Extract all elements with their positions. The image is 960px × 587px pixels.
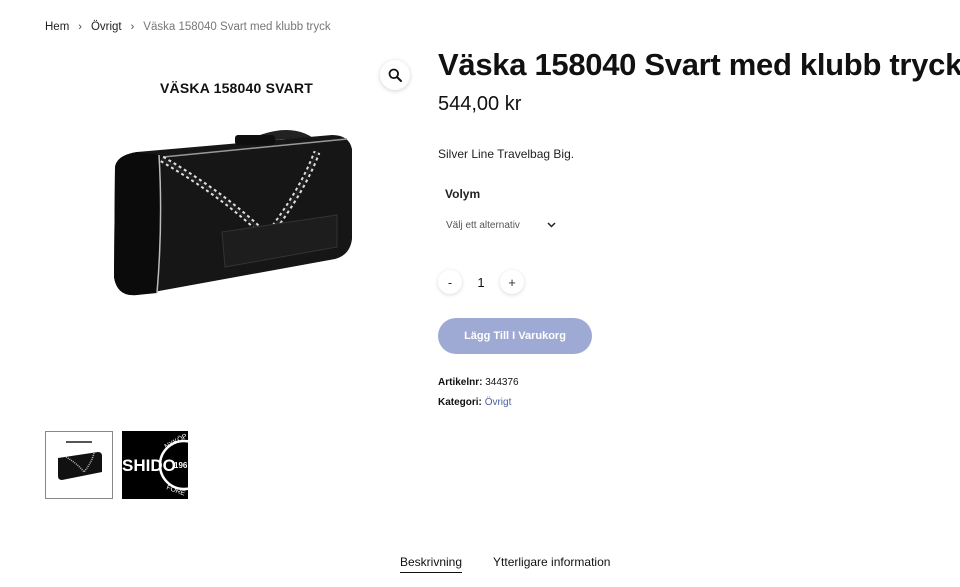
variant-select[interactable]: Välj ett alternativ	[446, 216, 556, 234]
product-sku: Artikelnr: 344376	[438, 377, 519, 388]
quantity-stepper: - 1 +	[438, 270, 524, 294]
breadcrumb-home[interactable]: Hem	[45, 21, 69, 33]
club-logo-year: 196	[174, 461, 188, 470]
thumbnail-bag-image	[58, 441, 102, 480]
tab-description[interactable]: Beskrivning	[400, 555, 463, 573]
thumbnail-2[interactable]: SHIDO NYKÖP 196 FÖRE	[122, 431, 188, 499]
thumbnail-1[interactable]	[45, 431, 113, 499]
category-label: Kategori:	[438, 397, 482, 408]
quantity-decrease-button[interactable]: -	[438, 270, 462, 294]
search-icon	[388, 68, 402, 82]
product-tabs: Beskrivning Ytterligare information	[400, 555, 610, 573]
chevron-right-icon: ›	[130, 21, 135, 33]
product-image[interactable]	[107, 127, 357, 302]
club-logo-image: SHIDO NYKÖP 196 FÖRE	[122, 431, 188, 499]
variant-label: Volym	[445, 187, 481, 201]
breadcrumb-category[interactable]: Övrigt	[91, 21, 122, 33]
variant-select-value: Välj ett alternativ	[446, 219, 520, 231]
breadcrumb-current: Väska 158040 Svart med klubb tryck	[143, 21, 331, 33]
quantity-input[interactable]: 1	[462, 275, 500, 290]
zoom-button[interactable]	[380, 60, 410, 90]
club-logo-text: SHIDO	[122, 456, 176, 475]
thumbnail-list: SHIDO NYKÖP 196 FÖRE	[45, 431, 188, 499]
chevron-right-icon: ›	[78, 21, 82, 33]
product-title: Väska 158040 Svart med klubb tryck	[438, 47, 960, 82]
sku-value: 344376	[485, 377, 519, 388]
chevron-down-icon	[547, 222, 556, 228]
product-gallery: VÄSKA 158040 SVART	[45, 52, 420, 417]
tab-additional-information[interactable]: Ytterligare information	[493, 555, 610, 573]
product-image-caption: VÄSKA 158040 SVART	[160, 80, 313, 96]
add-to-cart-button[interactable]: Lägg Till I Varukorg	[438, 318, 592, 354]
quantity-increase-button[interactable]: +	[500, 270, 524, 294]
category-link[interactable]: Övrigt	[485, 397, 512, 408]
sku-label: Artikelnr:	[438, 377, 483, 388]
breadcrumb: Hem › Övrigt › Väska 158040 Svart med kl…	[45, 21, 331, 33]
product-short-description: Silver Line Travelbag Big.	[438, 147, 575, 161]
product-category: Kategori: Övrigt	[438, 397, 511, 408]
product-price: 544,00 kr	[438, 93, 522, 115]
